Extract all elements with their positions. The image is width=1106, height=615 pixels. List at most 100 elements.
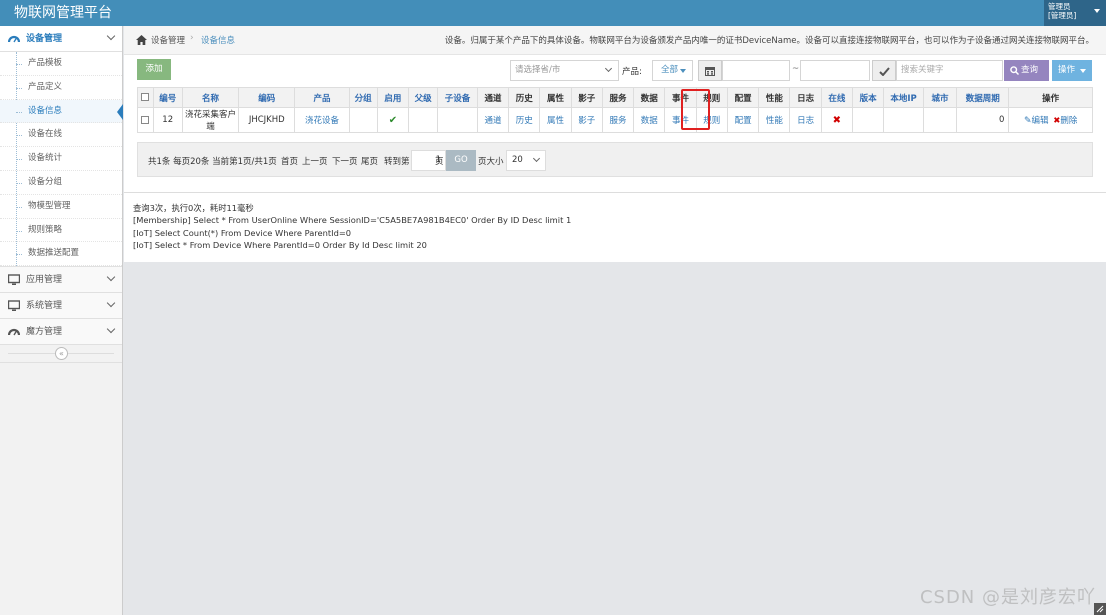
start-date-input[interactable] (722, 60, 790, 81)
pager-prev[interactable]: 上一页 (302, 155, 328, 167)
shadow-link[interactable]: 影子 (570, 107, 603, 133)
sidebar-item-device-stats[interactable]: 设备统计 (0, 147, 122, 171)
log-line: [IoT] Select * From Device Where ParentI… (133, 240, 427, 251)
column-header[interactable]: 编号 (152, 87, 183, 108)
column-header[interactable]: 分组 (348, 87, 378, 108)
menu-system-management-label: 系统管理 (26, 301, 63, 312)
date-range-separator: ~ (792, 64, 800, 74)
query-button[interactable]: 查询 (1004, 60, 1049, 81)
sidebar-item-product-definition[interactable]: 产品定义 (0, 76, 122, 100)
cell-product-link[interactable]: 浇花设备 (294, 107, 350, 133)
go-button[interactable]: GO (446, 150, 476, 171)
column-header[interactable]: 本地IP (883, 87, 924, 108)
column-header: 日志 (789, 87, 822, 108)
user-menu[interactable]: 管理员 [管理员] (1044, 0, 1106, 26)
edit-icon: ✎ (1023, 116, 1032, 126)
log-line: [Membership] Select * From UserOnline Wh… (133, 215, 572, 226)
delete-button[interactable]: ✖删除 (1053, 116, 1077, 126)
sidebar-collapse-button[interactable]: « (55, 347, 68, 361)
menu-system-management[interactable]: 系统管理 (0, 293, 122, 320)
select-all-cell (137, 87, 154, 108)
chevron-down-icon (106, 31, 116, 41)
log-link[interactable]: 日志 (789, 107, 822, 133)
sidebar-item-data-push[interactable]: 数据推送配置 (0, 242, 122, 267)
menu-cube-management[interactable]: 魔方管理 (0, 319, 122, 346)
province-select[interactable]: 请选择省/市 (510, 60, 619, 81)
cell-city (922, 107, 958, 133)
end-date-input[interactable] (800, 60, 870, 81)
device-table: 编号 名称 编码 产品 分组 启用 父级 子设备 通道 历史 属性 影子 服务 … (137, 87, 1093, 133)
dashboard-icon (8, 329, 20, 336)
page-size-select[interactable]: 20 (506, 150, 546, 171)
home-icon[interactable] (136, 35, 147, 45)
breadcrumb-root[interactable]: 设备管理 (151, 34, 185, 46)
pager-last[interactable]: 尾页 (361, 155, 378, 167)
add-button[interactable]: 添加 (137, 59, 171, 80)
history-link[interactable]: 历史 (508, 107, 541, 133)
pager-first[interactable]: 首页 (281, 155, 298, 167)
chevron-down-icon (604, 64, 613, 73)
menu-app-management[interactable]: 应用管理 (0, 267, 122, 294)
search-input[interactable]: 搜索关键字 (896, 60, 1003, 81)
column-header[interactable]: 编码 (238, 87, 296, 108)
performance-link[interactable]: 性能 (758, 107, 791, 133)
channel-link[interactable]: 通道 (476, 107, 510, 133)
breadcrumb-current: 设备信息 (201, 36, 236, 46)
cell-parent (408, 107, 439, 133)
service-link[interactable]: 服务 (601, 107, 635, 133)
sidebar-item-rule-policy[interactable]: 规则策略 (0, 219, 122, 243)
menu-device-management[interactable]: 设备管理 (0, 26, 122, 52)
column-header[interactable]: 启用 (376, 87, 410, 108)
cell-data-period: 0 (956, 107, 1010, 133)
product-select-value: 全部 (661, 65, 679, 75)
menu-cube-management-label: 魔方管理 (26, 327, 63, 338)
caret-down-icon (680, 69, 686, 73)
main-content: 设备管理 › 设备信息 设备。归属于某个产品下的具体设备。物联网平台为设备颁发产… (124, 26, 1106, 262)
column-header[interactable]: 数据周期 (956, 87, 1010, 108)
sidebar: 设备管理 产品模板 产品定义 设备信息 设备在线 设备统计 设备分组 物模型管理… (0, 26, 123, 615)
chevron-down-icon (532, 154, 541, 163)
sidebar-item-product-template[interactable]: 产品模板 (0, 52, 122, 76)
data-link[interactable]: 数据 (633, 107, 666, 133)
pager-next[interactable]: 下一页 (332, 155, 358, 167)
divider (124, 192, 1106, 193)
calendar-addon (698, 60, 722, 81)
desktop-icon (8, 300, 20, 312)
calendar-icon (705, 67, 715, 76)
edit-label: 编辑 (1031, 116, 1049, 126)
column-header: 影子 (570, 87, 603, 108)
column-header[interactable]: 在线 (820, 87, 854, 108)
top-navbar: 物联网管理平台 管理员 [管理员] (0, 0, 1106, 26)
sidebar-item-thing-model[interactable]: 物模型管理 (0, 195, 122, 219)
column-header[interactable]: 父级 (408, 87, 439, 108)
search-input-placeholder: 搜索关键字 (901, 65, 944, 75)
column-header[interactable]: 产品 (294, 87, 350, 108)
sidebar-item-device-group[interactable]: 设备分组 (0, 171, 122, 195)
delete-label: 删除 (1060, 116, 1078, 126)
column-header[interactable]: 子设备 (437, 87, 478, 108)
product-select[interactable]: 全部 (652, 60, 693, 81)
column-header: 历史 (508, 87, 541, 108)
column-header[interactable]: 名称 (181, 87, 240, 108)
menu-device-management-label: 设备管理 (26, 34, 63, 44)
table-row: 12 浇花采集客户端 JHCJKHD 浇花设备 ✔ 通道 历史 属性 影子 服务… (137, 107, 1093, 133)
edit-button[interactable]: ✎编辑 (1024, 116, 1049, 126)
column-header[interactable]: 版本 (851, 87, 885, 108)
column-header: 服务 (601, 87, 635, 108)
pager-page-unit: 页 (435, 157, 444, 167)
cell-name: 浇花采集客户端 (181, 107, 240, 133)
property-link[interactable]: 属性 (539, 107, 572, 133)
column-header[interactable]: 城市 (922, 87, 958, 108)
sidebar-item-device-online[interactable]: 设备在线 (0, 123, 122, 148)
cross-icon: ✖ (832, 114, 842, 126)
row-checkbox[interactable] (141, 115, 150, 124)
action-dropdown-button[interactable]: 操作 (1052, 60, 1092, 81)
device-submenu: 产品模板 产品定义 设备信息 设备在线 设备统计 设备分组 物模型管理 规则策略… (0, 52, 123, 268)
action-dropdown-label: 操作 (1058, 65, 1076, 75)
desktop-icon (8, 274, 20, 286)
config-link[interactable]: 配置 (726, 107, 760, 133)
select-all-checkbox[interactable] (141, 93, 150, 101)
sidebar-item-device-info[interactable]: 设备信息 (0, 99, 123, 124)
cell-local-ip (883, 107, 924, 133)
app-title: 物联网管理平台 (14, 5, 112, 21)
